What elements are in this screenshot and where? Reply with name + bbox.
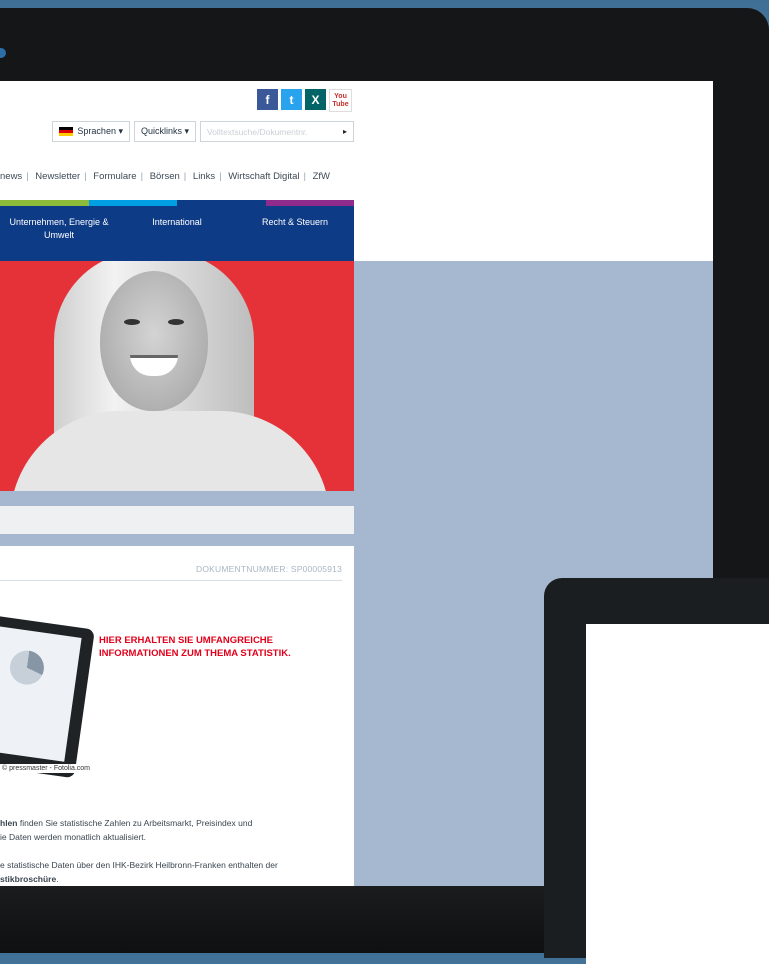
paragraph-1-text: finden Sie statistische Zahlen zu Arbeit… (17, 818, 253, 828)
youtube-icon[interactable]: You Tube (329, 89, 352, 112)
tablet-device-screen (586, 624, 769, 964)
statistics-tablet-image (0, 613, 95, 779)
quicknav-zfw[interactable]: ZfW (313, 171, 330, 182)
document-number: DOKUMENTNUMMER: SP00005913 (196, 564, 342, 574)
tablet-screen (0, 624, 82, 762)
content-headline: HIER ERHALTEN SIE UMFANGREICHE INFORMATI… (99, 635, 291, 659)
quicknav-links[interactable]: Links (193, 171, 215, 182)
language-label: Sprachen ▾ (77, 126, 123, 136)
quicknav-news[interactable]: news (0, 171, 22, 182)
facebook-icon[interactable]: f (257, 89, 278, 110)
paragraph-1-link[interactable]: hlen (0, 818, 17, 828)
quicknav-wirtschaft-digital[interactable]: Wirtschaft Digital (228, 171, 299, 182)
german-flag-icon (59, 127, 74, 136)
smile (130, 355, 178, 376)
breadcrumb-bar (0, 506, 354, 534)
paragraph-2: e statistische Daten über den IHK-Bezirk… (0, 858, 350, 886)
paragraph-2-end: . (56, 874, 59, 884)
site-header: f t X You Tube Sprachen ▾ Quicklinks ▾ V… (0, 81, 356, 261)
search-submit-icon[interactable]: ▸ (343, 127, 347, 136)
search-placeholder: Volltextsuche/Dokumentnr. (207, 126, 308, 137)
nav-item-umwelt[interactable]: Unternehmen, Energie & Umwelt (0, 206, 118, 261)
twitter-icon[interactable]: t (281, 89, 302, 110)
quick-navigation: news | Newsletter | Formulare | Börsen | Lin… (0, 171, 330, 182)
nav-item-recht-steuern[interactable]: Recht & Steuern (236, 206, 354, 261)
toolbar: Sprachen ▾ Quicklinks ▾ Volltextsuche/Do… (52, 121, 354, 142)
quicklinks-dropdown[interactable]: Quicklinks ▾ (133, 121, 196, 142)
divider (0, 580, 342, 581)
left-eye (124, 319, 140, 325)
social-links: f t X You Tube (257, 89, 352, 112)
xing-icon[interactable]: X (305, 89, 326, 110)
hero-person-face (100, 271, 208, 411)
tablet-device (544, 578, 769, 964)
paragraph-2-text: e statistische Daten über den IHK-Bezirk… (0, 860, 278, 870)
browser-icon (0, 48, 6, 58)
quicknav-boersen[interactable]: Börsen (150, 171, 180, 182)
monitor-bottom-bezel (0, 886, 545, 953)
hero-image (0, 261, 354, 491)
paragraph-1: hlen finden Sie statistische Zahlen zu A… (0, 816, 350, 844)
right-eye (168, 319, 184, 325)
content-panel: DOKUMENTNUMMER: SP00005913 © pressmaster… (0, 546, 354, 886)
language-dropdown[interactable]: Sprachen ▾ (52, 121, 130, 142)
pie-chart-icon (7, 648, 47, 687)
quicklinks-label: Quicklinks ▾ (140, 126, 189, 136)
nav-item-international[interactable]: International (118, 206, 236, 261)
paragraph-2-link[interactable]: stikbroschüre (0, 874, 56, 884)
search-input[interactable]: Volltextsuche/Dokumentnr. ▸ (200, 121, 354, 142)
paragraph-1-line2: ie Daten werden monatlich aktualisiert. (0, 832, 146, 842)
youtube-label-2: Tube (332, 100, 349, 108)
main-navigation: Unternehmen, Energie & Umwelt Internatio… (0, 206, 354, 261)
quicknav-newsletter[interactable]: Newsletter (35, 171, 80, 182)
youtube-label-1: You (334, 92, 347, 100)
photo-credit: © pressmaster - Fotolia.com (0, 764, 93, 773)
quicknav-formulare[interactable]: Formulare (93, 171, 136, 182)
